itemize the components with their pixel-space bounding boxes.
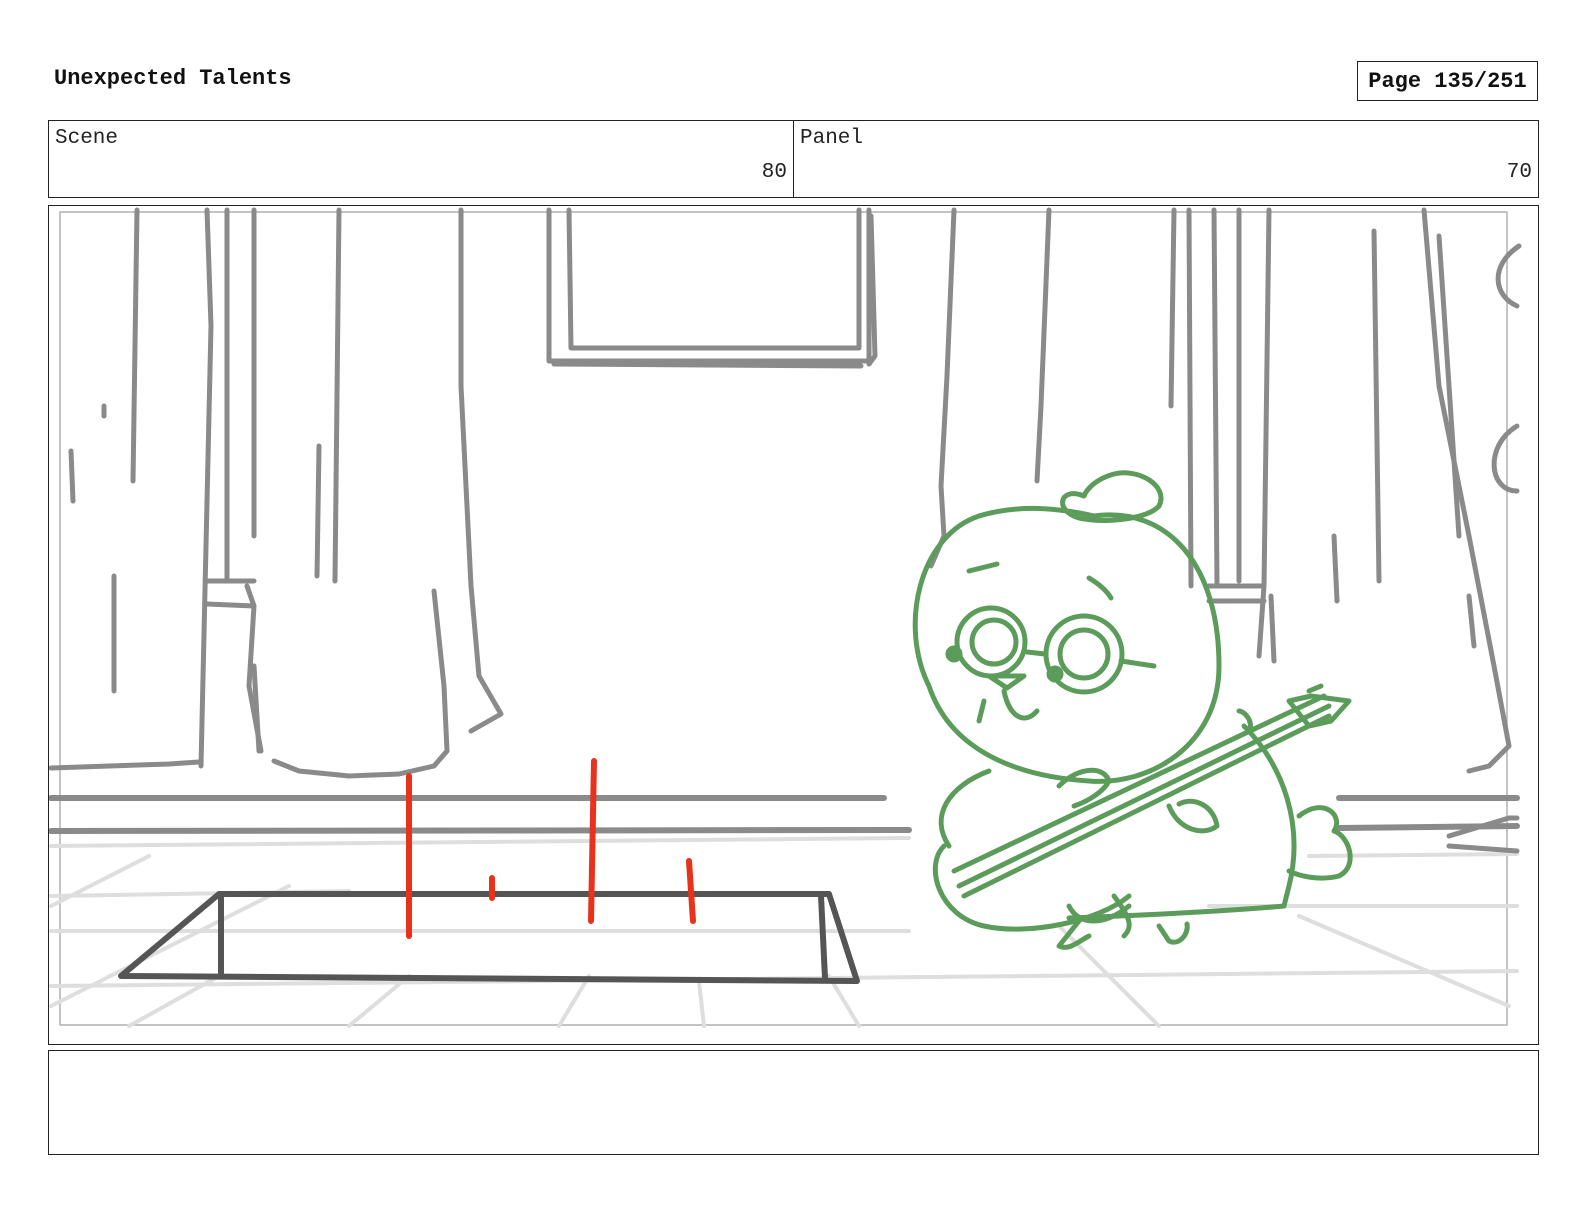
floor-tiles	[49, 836, 1519, 1028]
notes-box	[48, 1050, 1539, 1155]
red-annotation-marks	[406, 758, 696, 939]
scene-panel-info: Scene 80 Panel 70	[48, 120, 1539, 198]
scene-number: 80	[761, 161, 787, 184]
safe-area-frame	[59, 211, 1508, 1026]
panel-label: Panel	[800, 127, 864, 150]
left-curtains	[49, 207, 504, 779]
character-head	[912, 505, 1222, 784]
scene-label: Scene	[55, 127, 119, 150]
floor-mat	[118, 891, 860, 984]
storyboard-title: Unexpected Talents	[54, 66, 292, 91]
window	[546, 207, 878, 369]
panel-cell: Panel 70	[793, 121, 1538, 197]
panel-number: 70	[1506, 161, 1532, 184]
character-sketch	[912, 470, 1353, 950]
sketch-drawing	[49, 207, 1522, 1028]
scene-cell: Scene 80	[49, 121, 793, 197]
page-number: Page 135/251	[1357, 61, 1538, 101]
storyboard-frame	[48, 205, 1539, 1045]
